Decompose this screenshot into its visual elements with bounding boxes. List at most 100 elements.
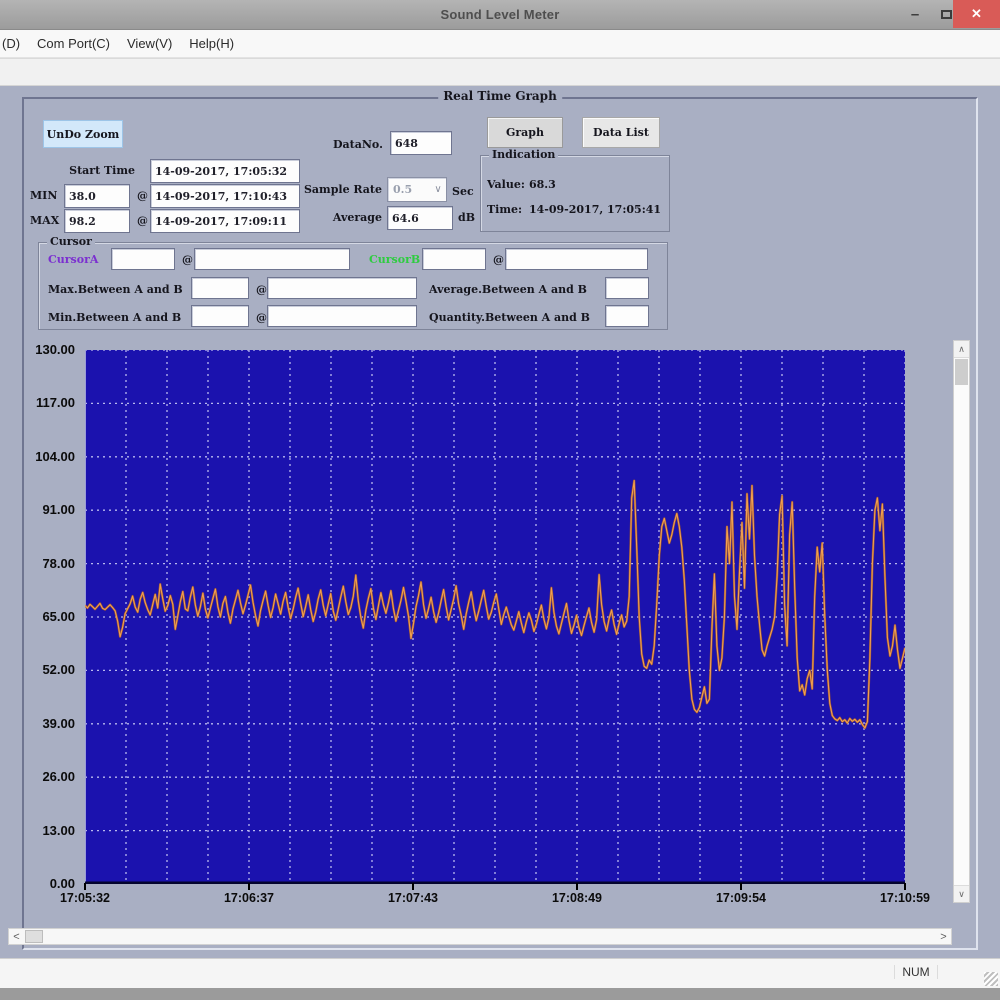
- average-label: Average: [290, 211, 382, 224]
- num-lock-indicator: NUM: [894, 965, 938, 979]
- cursor-a-value-field[interactable]: [111, 248, 175, 270]
- y-axis-tick-label: 78.00: [0, 556, 80, 571]
- graph-button[interactable]: Graph: [487, 117, 563, 148]
- scroll-left-icon: <: [13, 931, 19, 943]
- close-button[interactable]: ✕: [953, 0, 1000, 28]
- minimize-button[interactable]: –: [900, 0, 930, 28]
- x-axis-tick-mark: [412, 883, 414, 890]
- app-window: Sound Level Meter – ✕ (D) Com Port(C) Vi…: [0, 0, 1000, 1000]
- y-axis-tick-label: 104.00: [0, 449, 80, 464]
- y-axis-tick-label: 0.00: [0, 876, 80, 891]
- max-between-at-symbol: @: [256, 283, 267, 296]
- max-between-value-field[interactable]: [191, 277, 249, 299]
- sample-rate-label: Sample Rate: [290, 183, 382, 196]
- vertical-scrollbar[interactable]: ∧ ∨: [953, 340, 970, 903]
- scroll-up-button[interactable]: ∧: [954, 341, 969, 358]
- sound-level-trace-shadow: [85, 481, 905, 728]
- indication-group: Indication Value: 68.3 Time: 14-09-2017,…: [480, 155, 670, 232]
- minimize-icon: –: [911, 6, 919, 23]
- scroll-up-icon: ∧: [958, 344, 965, 355]
- vertical-scrollbar-thumb[interactable]: [955, 359, 968, 385]
- scroll-right-icon: >: [940, 931, 946, 943]
- menu-item-com-port[interactable]: Com Port(C): [37, 36, 110, 51]
- cursor-a-time-field[interactable]: [194, 248, 350, 270]
- cursor-group: Cursor CursorA @ CursorB @ Max.Between A…: [38, 242, 668, 330]
- sample-rate-unit: Sec: [452, 185, 474, 198]
- sample-rate-dropdown[interactable]: 0.5 ∨: [387, 177, 447, 202]
- data-no-label: DataNo.: [333, 138, 383, 151]
- y-axis-tick-label: 91.00: [0, 502, 80, 517]
- real-time-graph-title: Real Time Graph: [438, 89, 562, 103]
- indication-time-label: Time:: [487, 203, 522, 216]
- cursor-b-at-symbol: @: [493, 253, 504, 266]
- indication-value: 68.3: [529, 178, 556, 191]
- max-time-field[interactable]: [150, 209, 300, 233]
- min-at-symbol: @: [137, 189, 148, 202]
- x-axis-tick-label: 17:08:49: [532, 891, 622, 905]
- title-bar: Sound Level Meter – ✕: [0, 0, 1000, 30]
- cursor-b-time-field[interactable]: [505, 248, 648, 270]
- x-axis-tick-label: 17:05:32: [40, 891, 130, 905]
- chevron-down-icon: ∨: [430, 184, 446, 195]
- scroll-down-icon: ∨: [958, 889, 965, 900]
- main-panel: Real Time Graph UnDo Zoom DataNo. Graph …: [0, 86, 1000, 958]
- average-between-label: Average.Between A and B: [429, 283, 587, 296]
- cursor-group-title: Cursor: [47, 235, 95, 248]
- indication-value-label: Value:: [487, 178, 525, 191]
- x-axis-tick-mark: [904, 883, 906, 890]
- close-icon: ✕: [971, 6, 982, 22]
- min-label: MIN: [30, 189, 57, 202]
- max-between-label: Max.Between A and B: [48, 283, 183, 296]
- scroll-left-button[interactable]: <: [9, 929, 24, 944]
- indication-time: 14-09-2017, 17:05:41: [529, 203, 661, 216]
- x-axis-tick-label: 17:09:54: [696, 891, 786, 905]
- max-between-time-field[interactable]: [267, 277, 417, 299]
- maximize-icon: [941, 10, 952, 19]
- x-axis-tick-mark: [576, 883, 578, 890]
- start-time-label: Start Time: [30, 164, 135, 177]
- toolbar-strip: [0, 58, 1000, 86]
- cursor-a-at-symbol: @: [182, 253, 193, 266]
- max-value-field[interactable]: [64, 209, 130, 233]
- start-time-field[interactable]: [150, 159, 300, 183]
- average-between-field[interactable]: [605, 277, 649, 299]
- resize-grip[interactable]: [984, 972, 998, 986]
- x-axis-tick-label: 17:06:37: [204, 891, 294, 905]
- status-bar: NUM: [0, 958, 1000, 988]
- horizontal-scrollbar-thumb[interactable]: [25, 930, 43, 943]
- cursor-a-label: CursorA: [48, 253, 98, 266]
- quantity-between-label: Quantity.Between A and B: [429, 311, 590, 324]
- min-between-label: Min.Between A and B: [48, 311, 181, 324]
- average-field[interactable]: [387, 206, 453, 230]
- x-axis-tick-label: 17:07:43: [368, 891, 458, 905]
- data-list-button[interactable]: Data List: [582, 117, 660, 148]
- max-label: MAX: [30, 214, 59, 227]
- menu-item-help[interactable]: Help(H): [189, 36, 234, 51]
- sound-level-plot[interactable]: [85, 350, 905, 884]
- x-axis-tick-mark: [248, 883, 250, 890]
- max-at-symbol: @: [137, 214, 148, 227]
- scroll-down-button[interactable]: ∨: [954, 885, 969, 902]
- y-axis-tick-label: 52.00: [0, 662, 80, 677]
- x-axis-tick-mark: [84, 883, 86, 890]
- min-time-field[interactable]: [150, 184, 300, 208]
- min-value-field[interactable]: [64, 184, 130, 208]
- plot-canvas: [85, 350, 905, 884]
- indication-title: Indication: [489, 148, 558, 161]
- y-axis-tick-label: 26.00: [0, 769, 80, 784]
- scroll-right-button[interactable]: >: [936, 929, 951, 944]
- min-between-time-field[interactable]: [267, 305, 417, 327]
- undo-zoom-button[interactable]: UnDo Zoom: [43, 120, 123, 148]
- menu-item-view[interactable]: View(V): [127, 36, 172, 51]
- x-axis-line: [85, 882, 905, 885]
- x-axis-tick-label: 17:10:59: [860, 891, 950, 905]
- data-no-field[interactable]: [390, 131, 452, 155]
- y-axis-tick-label: 39.00: [0, 716, 80, 731]
- min-between-value-field[interactable]: [191, 305, 249, 327]
- horizontal-scrollbar[interactable]: < >: [8, 928, 952, 945]
- cursor-b-value-field[interactable]: [422, 248, 486, 270]
- y-axis-tick-label: 130.00: [0, 342, 80, 357]
- average-unit: dB: [458, 211, 475, 224]
- menu-item-data[interactable]: (D): [2, 36, 20, 51]
- quantity-between-field[interactable]: [605, 305, 649, 327]
